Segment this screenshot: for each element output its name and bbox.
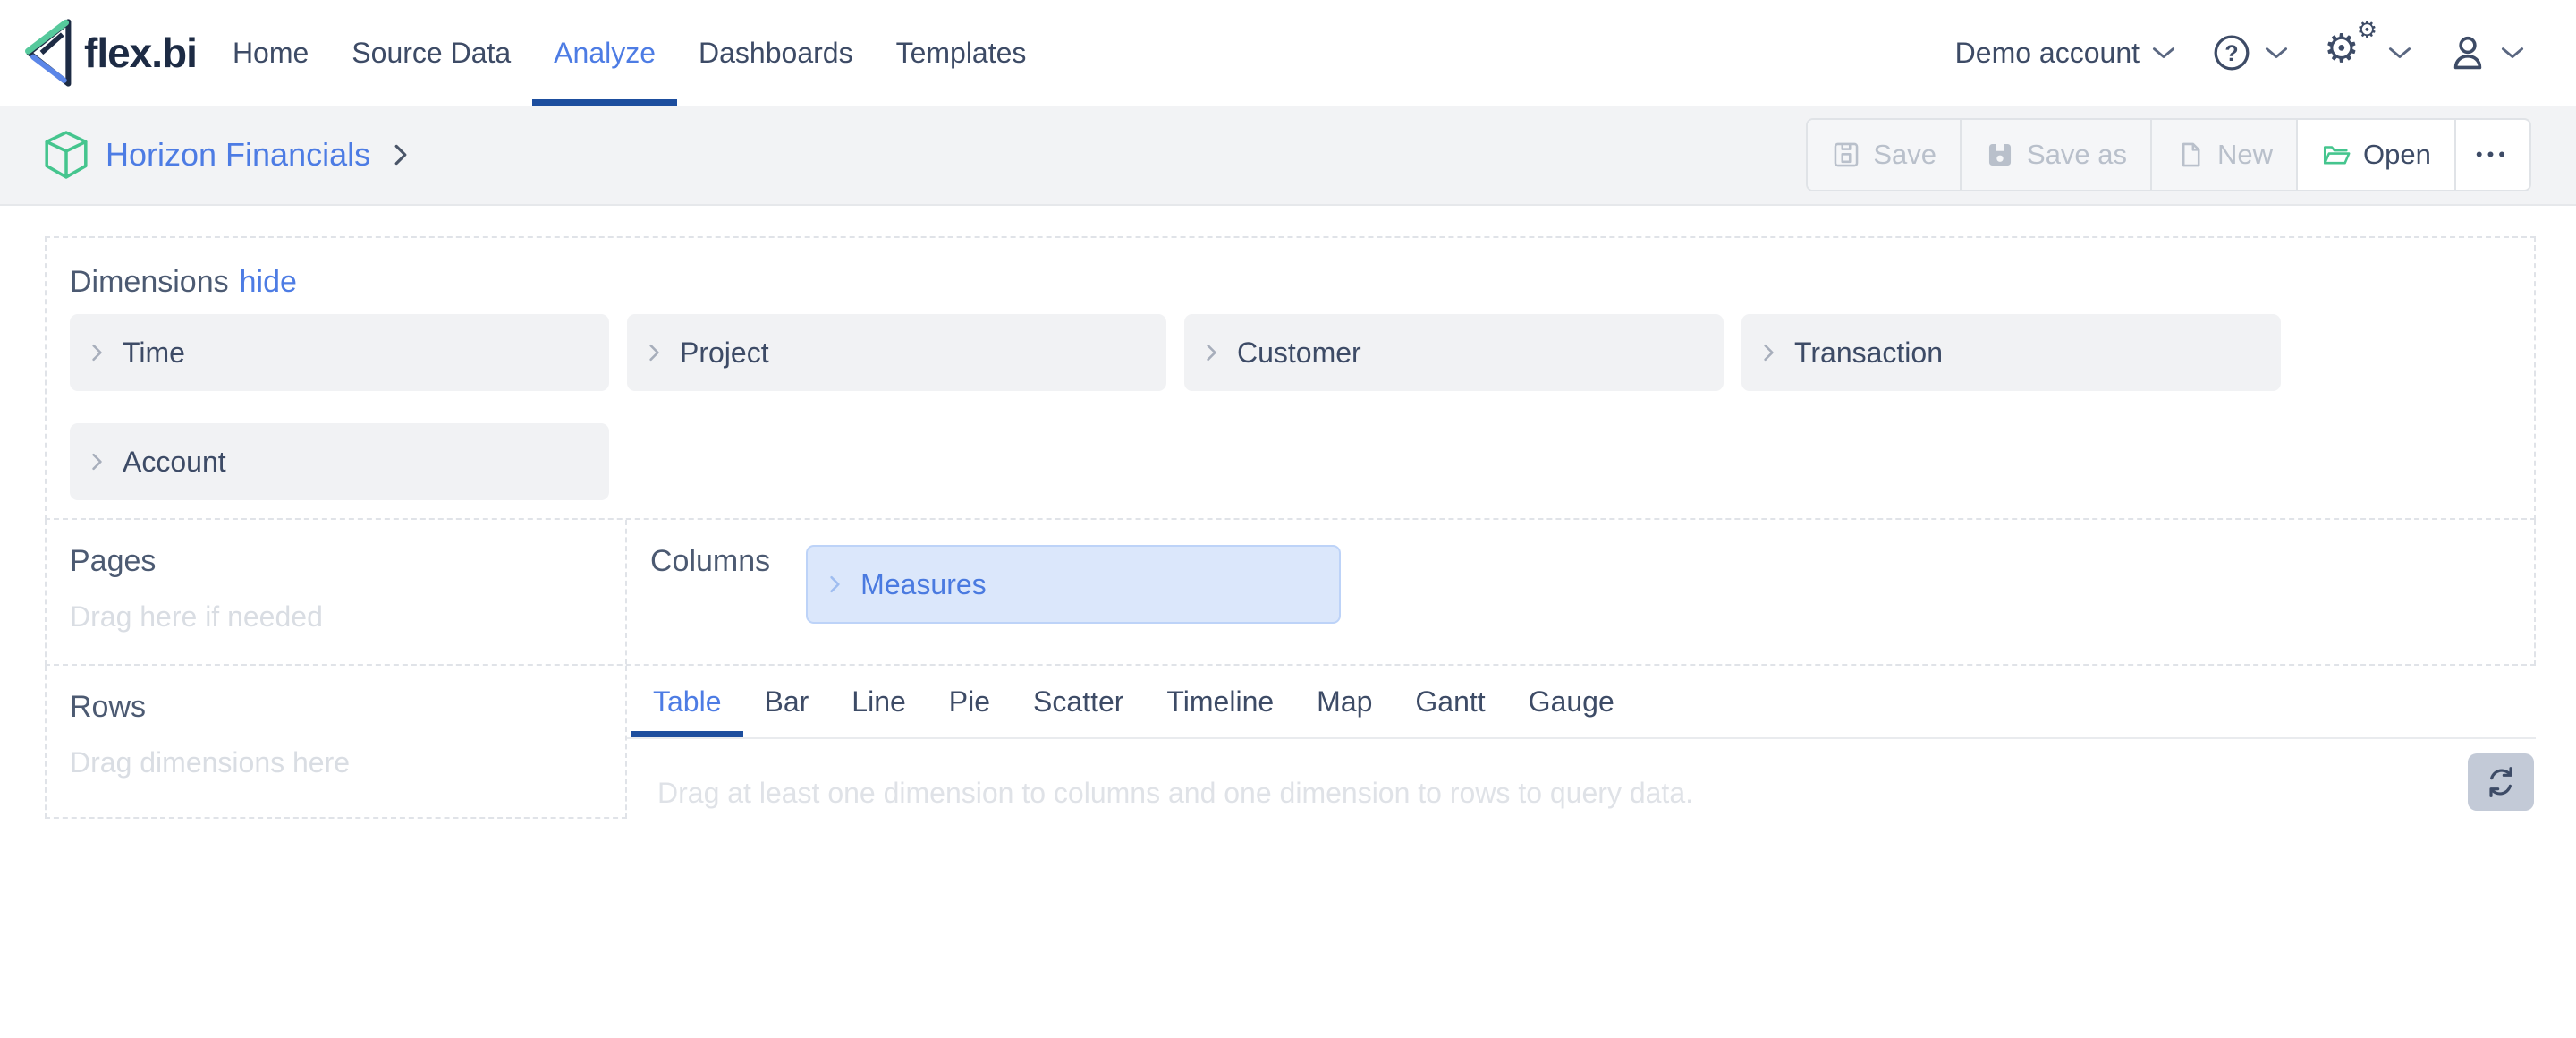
chevron-right-icon [829, 574, 841, 594]
account-menu[interactable]: Demo account [1955, 37, 2175, 70]
view-tab[interactable]: Map [1295, 666, 1394, 737]
open-folder-icon [2321, 140, 2351, 170]
dimension-chip[interactable]: Account [70, 423, 609, 500]
dimensions-title: Dimensions [70, 265, 229, 299]
chevron-down-icon [2388, 47, 2411, 60]
nav-link[interactable]: Source Data [330, 0, 532, 106]
dimension-chip-label: Account [123, 446, 226, 479]
brand-name: flex.bi [84, 29, 197, 77]
help-menu[interactable]: ? [2211, 32, 2288, 73]
chevron-right-icon [648, 343, 660, 362]
more-actions-button[interactable]: ••• [2454, 120, 2529, 190]
dimension-chip-label: Customer [1237, 336, 1361, 370]
chevron-right-icon [394, 143, 408, 166]
refresh-button[interactable] [2468, 753, 2534, 811]
chevron-down-icon [2265, 47, 2288, 60]
person-icon [2447, 32, 2488, 73]
dimensions-header: Dimensions hide [70, 265, 2511, 300]
top-navbar: flex.bi HomeSource DataAnalyzeDashboards… [0, 0, 2576, 106]
save-as-button[interactable]: Save as [1960, 120, 2150, 190]
dimension-chip[interactable]: Transaction [1741, 314, 2281, 391]
open-button[interactable]: Open [2296, 120, 2454, 190]
rows-drop-area[interactable]: Rows Drag dimensions here [45, 666, 627, 819]
account-menu-label: Demo account [1955, 37, 2140, 70]
analyze-panel: Dimensions hide Time Project Customer Tra… [45, 236, 2536, 819]
view-tab[interactable]: Pie [928, 666, 1012, 737]
dimension-chips: Time Project Customer Transaction Accoun… [70, 314, 2511, 500]
new-button[interactable]: New [2150, 120, 2296, 190]
dimension-chip-label: Transaction [1794, 336, 1943, 370]
flex-bi-logo-icon [20, 14, 75, 91]
save-button-label: Save [1873, 139, 1936, 171]
view-tab[interactable]: Table [631, 666, 743, 737]
dimension-chip[interactable]: Time [70, 314, 609, 391]
nav-link[interactable]: Templates [875, 0, 1048, 106]
chevron-right-icon [1763, 343, 1775, 362]
main-nav: HomeSource DataAnalyzeDashboardsTemplate… [211, 0, 1047, 106]
brand[interactable]: flex.bi [20, 14, 197, 91]
view-tab[interactable]: Timeline [1145, 666, 1295, 737]
chevron-right-icon [91, 452, 103, 472]
dimensions-section: Dimensions hide Time Project Customer Tra… [45, 236, 2536, 520]
breadcrumb: Horizon Financials [45, 131, 408, 179]
chevron-right-icon [91, 343, 103, 362]
gears-icon: ⚙⚙ [2324, 30, 2376, 76]
save-button[interactable]: Save [1808, 120, 1960, 190]
hide-dimensions-link[interactable]: hide [240, 265, 297, 299]
columns-chips: Measures [806, 543, 1341, 624]
nav-link[interactable]: Analyze [532, 0, 677, 106]
view-tab[interactable]: Line [830, 666, 928, 737]
measures-chip[interactable]: Measures [806, 545, 1341, 624]
save-as-button-label: Save as [2027, 139, 2127, 171]
chevron-down-icon [2501, 47, 2524, 60]
new-button-label: New [2217, 139, 2273, 171]
dimension-chip[interactable]: Project [627, 314, 1166, 391]
rows-title: Rows [70, 689, 602, 725]
dimension-chip-label: Time [123, 336, 185, 370]
columns-title: Columns [650, 543, 770, 579]
report-set-link[interactable]: Horizon Financials [106, 136, 370, 174]
pages-placeholder: Drag here if needed [70, 600, 602, 634]
view-tab[interactable]: Bar [743, 666, 831, 737]
save-as-icon [1985, 140, 2015, 170]
help-icon: ? [2211, 32, 2252, 73]
view-tabs: TableBarLinePieScatterTimelineMapGanttGa… [627, 666, 2536, 739]
ellipsis-icon: ••• [2476, 143, 2510, 166]
empty-result-message: Drag at least one dimension to columns a… [657, 777, 2536, 810]
view-tab[interactable]: Gauge [1507, 666, 1636, 737]
columns-drop-area[interactable]: Columns Measures [627, 520, 2534, 664]
rows-results-row: Rows Drag dimensions here TableBarLinePi… [45, 666, 2536, 819]
report-header-bar: Horizon Financials Save Save as [0, 106, 2576, 206]
report-toolbar: Save Save as New Open ••• [1806, 118, 2531, 191]
navbar-right: Demo account ? ⚙⚙ [1955, 30, 2576, 76]
nav-link[interactable]: Dashboards [677, 0, 875, 106]
pages-drop-area[interactable]: Pages Drag here if needed [47, 520, 627, 664]
svg-text:?: ? [2224, 41, 2238, 66]
chevron-down-icon [2152, 47, 2175, 60]
result-area: TableBarLinePieScatterTimelineMapGanttGa… [627, 666, 2536, 819]
open-button-label: Open [2363, 139, 2431, 171]
pages-columns-row: Pages Drag here if needed Columns Measur… [45, 520, 2536, 666]
measures-chip-label: Measures [860, 568, 987, 601]
dimension-chip-label: Project [680, 336, 769, 370]
dimension-chip[interactable]: Customer [1184, 314, 1724, 391]
pages-title: Pages [70, 543, 602, 579]
new-file-icon [2175, 140, 2206, 170]
nav-link[interactable]: Home [211, 0, 330, 106]
cube-icon [45, 131, 88, 179]
view-tab[interactable]: Gantt [1394, 666, 1506, 737]
save-icon [1831, 140, 1861, 170]
user-menu[interactable] [2447, 32, 2524, 73]
rows-placeholder: Drag dimensions here [70, 746, 602, 779]
refresh-icon [2483, 764, 2519, 800]
chevron-right-icon [1206, 343, 1217, 362]
view-tab[interactable]: Scatter [1012, 666, 1145, 737]
settings-menu[interactable]: ⚙⚙ [2324, 30, 2411, 76]
